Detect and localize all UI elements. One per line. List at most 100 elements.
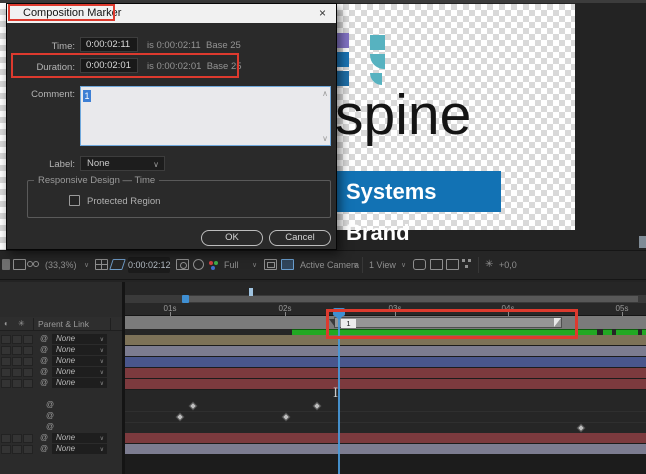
layer-bar[interactable] bbox=[125, 357, 646, 368]
time-field[interactable]: 0:00:02:11 bbox=[80, 37, 138, 52]
close-icon[interactable]: × bbox=[319, 6, 326, 20]
current-time-field[interactable]: 0:00:02:12 bbox=[128, 257, 170, 273]
navigator-range[interactable] bbox=[189, 296, 638, 302]
snapshot-icon[interactable] bbox=[176, 259, 189, 270]
time-ruler[interactable] bbox=[125, 303, 646, 316]
chevron-down-icon[interactable]: ∨ bbox=[401, 261, 406, 269]
comment-textarea[interactable]: 1 ∧ ∨ bbox=[80, 86, 331, 146]
time-navigator[interactable] bbox=[125, 295, 646, 303]
cancel-button[interactable]: Cancel bbox=[269, 230, 331, 246]
parent-link-dropdown[interactable]: None∨ bbox=[52, 433, 107, 443]
pick-whip-icon[interactable]: @ bbox=[40, 433, 48, 442]
label-value: None bbox=[87, 158, 110, 169]
comment-label: Comment: bbox=[25, 89, 75, 100]
marker-end-handle[interactable] bbox=[554, 318, 561, 327]
duration-field[interactable]: 0:00:02:01 bbox=[80, 58, 138, 73]
property-row-controls: @ bbox=[0, 400, 122, 411]
layer-bar[interactable] bbox=[125, 433, 646, 444]
chevron-down-icon[interactable]: ∨ bbox=[84, 261, 89, 269]
property-row-controls: @ bbox=[0, 411, 122, 422]
layer-bar[interactable] bbox=[125, 335, 646, 346]
navigator-handle[interactable] bbox=[182, 295, 189, 303]
parent-value: None bbox=[56, 433, 75, 442]
stereo-3d-icon[interactable] bbox=[27, 259, 42, 270]
protected-region-checkbox[interactable] bbox=[69, 195, 80, 206]
panel-scroll-handle[interactable] bbox=[639, 236, 646, 248]
dialog-titlebar[interactable]: Composition Marker × bbox=[7, 4, 336, 23]
ok-button[interactable]: OK bbox=[201, 230, 263, 246]
pixel-aspect-correction-icon[interactable] bbox=[430, 259, 443, 270]
logo-wedge-teal bbox=[370, 54, 385, 69]
pick-whip-icon[interactable]: @ bbox=[40, 334, 48, 343]
parent-link-header[interactable]: Parent & Link bbox=[38, 319, 89, 329]
property-row-controls: @ bbox=[0, 422, 122, 433]
playhead-handle[interactable] bbox=[333, 308, 345, 316]
group-title: Responsive Design — Time bbox=[34, 175, 159, 186]
parent-link-dropdown[interactable]: None∨ bbox=[52, 378, 107, 388]
parent-value: None bbox=[56, 444, 75, 453]
layer-bar[interactable] bbox=[125, 444, 646, 455]
layer-bar[interactable] bbox=[125, 379, 646, 390]
time-label: Time: bbox=[25, 41, 75, 52]
show-channel-icon[interactable] bbox=[193, 259, 204, 270]
parent-link-dropdown[interactable]: None∨ bbox=[52, 345, 107, 355]
pick-whip-icon[interactable]: @ bbox=[40, 356, 48, 365]
playhead-line[interactable] bbox=[338, 309, 340, 474]
pick-whip-icon[interactable]: @ bbox=[40, 367, 48, 376]
magnification-value[interactable]: (33,3%) bbox=[45, 260, 77, 270]
transparency-grid-icon[interactable] bbox=[281, 259, 294, 270]
marker-label[interactable]: 1 bbox=[341, 319, 356, 328]
duration-label: Duration: bbox=[25, 62, 75, 73]
protected-region-label: Protected Region bbox=[87, 196, 160, 207]
pick-whip-icon[interactable]: @ bbox=[46, 411, 54, 420]
view-layout-dropdown[interactable]: 1 View bbox=[369, 260, 396, 270]
chevron-down-icon: ∨ bbox=[153, 158, 159, 171]
pick-whip-icon[interactable]: @ bbox=[46, 400, 54, 409]
pick-whip-icon[interactable]: @ bbox=[40, 378, 48, 387]
chevron-down-icon[interactable]: ∨ bbox=[252, 261, 257, 269]
parent-link-dropdown[interactable]: None ∨ bbox=[52, 444, 107, 454]
parent-value: None bbox=[56, 367, 75, 376]
chevron-down-icon: ∨ bbox=[100, 357, 104, 367]
chevron-down-icon: ∨ bbox=[100, 379, 104, 389]
fast-previews-icon[interactable] bbox=[446, 259, 459, 270]
exposure-icon[interactable]: ✳ bbox=[485, 259, 493, 270]
layer-bar[interactable] bbox=[125, 368, 646, 379]
after-effects-window: spine Systems Brand (33,3%) ∨ 0:00:02:12… bbox=[0, 0, 646, 474]
pick-whip-icon[interactable]: @ bbox=[40, 444, 48, 453]
choose-grid-guides-icon[interactable] bbox=[95, 259, 108, 270]
pick-whip-icon[interactable]: @ bbox=[40, 345, 48, 354]
camera-dropdown[interactable]: Active Camera bbox=[300, 260, 359, 270]
scroll-up-icon[interactable]: ∧ bbox=[322, 89, 328, 98]
column-divider bbox=[33, 318, 34, 330]
blend-column-icon: ✳ bbox=[18, 319, 25, 328]
composition-viewer[interactable]: spine Systems Brand bbox=[337, 4, 575, 230]
region-of-interest-icon[interactable] bbox=[109, 259, 126, 270]
toolbar-divider bbox=[362, 257, 363, 273]
label-label: Label: bbox=[25, 159, 75, 170]
timeline-empty-area bbox=[125, 455, 646, 474]
exposure-value[interactable]: +0,0 bbox=[499, 260, 517, 270]
chevron-down-icon: ∨ bbox=[100, 445, 104, 455]
layer-row-controls: @ None ∨ bbox=[0, 444, 122, 455]
parent-link-dropdown[interactable]: None∨ bbox=[52, 334, 107, 344]
dialog-title: Composition Marker bbox=[23, 7, 121, 19]
label-dropdown[interactable]: None ∨ bbox=[80, 156, 165, 171]
marker-bin[interactable]: 1 bbox=[125, 316, 646, 329]
layer-row-controls: @ None∨ bbox=[0, 433, 122, 444]
goggles-icon[interactable] bbox=[413, 259, 426, 270]
parent-value: None bbox=[56, 345, 75, 354]
chevron-down-icon[interactable]: ∨ bbox=[353, 261, 358, 269]
target-region-icon[interactable] bbox=[264, 259, 277, 270]
scroll-down-icon[interactable]: ∨ bbox=[322, 134, 328, 143]
pick-whip-icon[interactable]: @ bbox=[46, 422, 54, 431]
color-management-icon[interactable] bbox=[209, 261, 213, 265]
composition-marker-duration-bar[interactable]: 1 bbox=[334, 317, 562, 328]
parent-link-dropdown[interactable]: None∨ bbox=[52, 356, 107, 366]
render-network-icon[interactable] bbox=[462, 259, 475, 270]
layer-bar[interactable] bbox=[125, 346, 646, 357]
monitor-icon[interactable] bbox=[13, 259, 26, 270]
resolution-dropdown[interactable]: Full bbox=[224, 260, 239, 270]
timeline-column-header: ◐ ✳ Parent & Link bbox=[0, 317, 122, 331]
parent-link-dropdown[interactable]: None∨ bbox=[52, 367, 107, 377]
